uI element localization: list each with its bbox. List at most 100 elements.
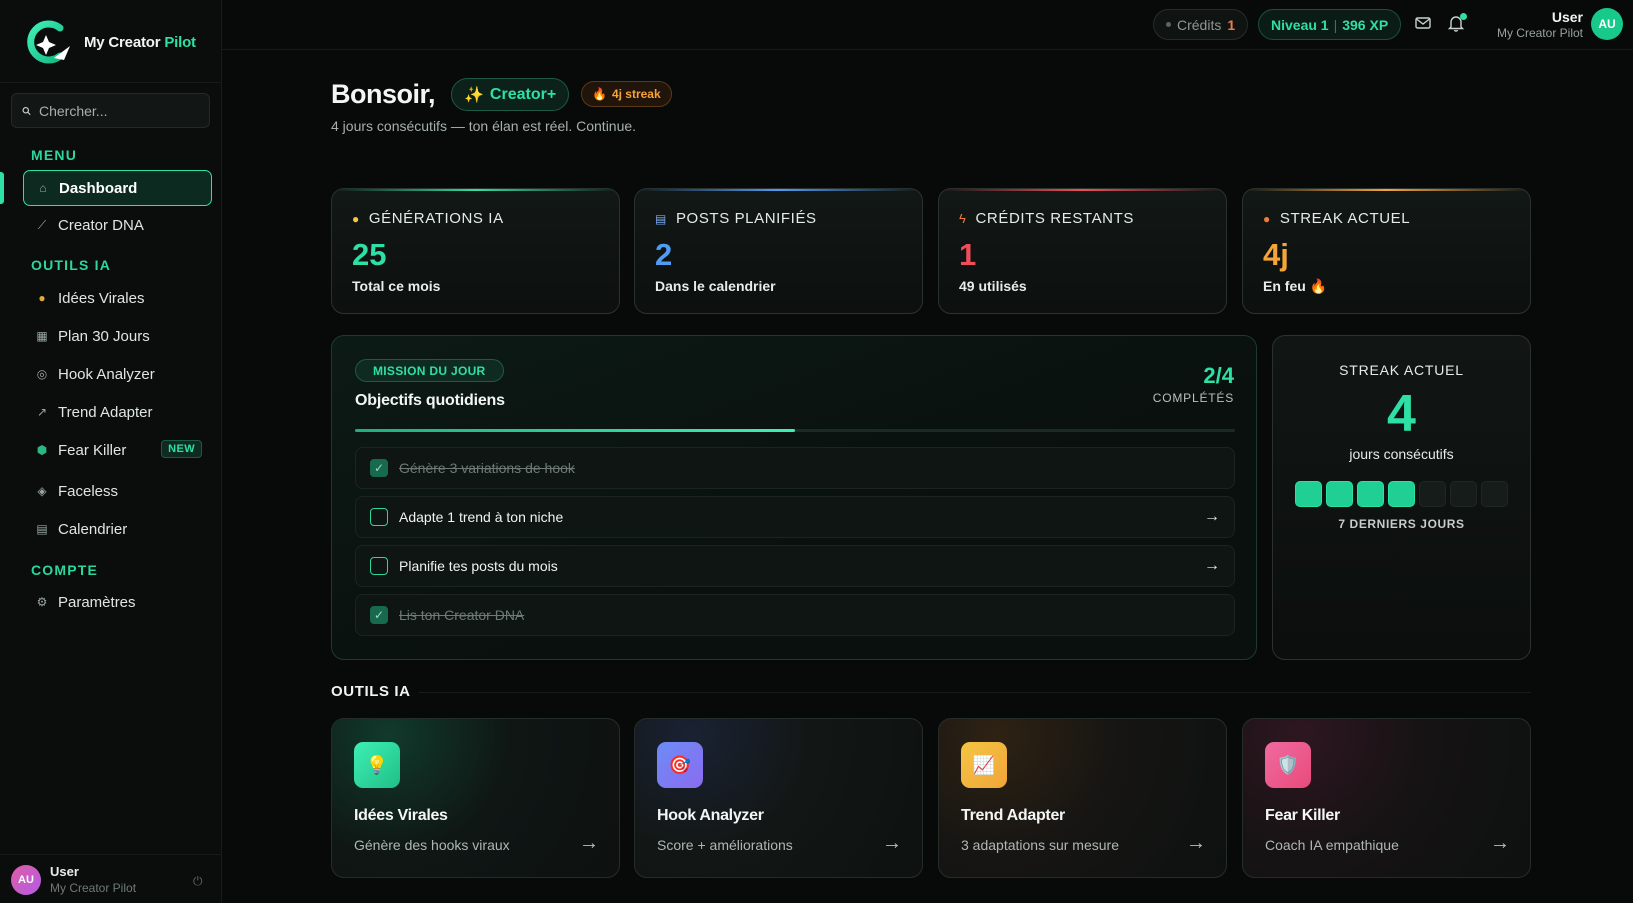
topbar-user[interactable]: User My Creator Pilot <box>1497 9 1583 40</box>
card-glow <box>635 189 922 191</box>
sidebar-item-label: Plan 30 Jours <box>58 327 150 345</box>
sidebar-item-calendrier[interactable]: ▤ Calendrier <box>23 511 212 547</box>
avatar[interactable]: AU <box>1591 8 1623 40</box>
stat-desc: 49 utilisés <box>959 278 1027 294</box>
streak-day <box>1295 481 1322 507</box>
sidebar-item-plan-30-jours[interactable]: ▦ Plan 30 Jours <box>23 318 212 354</box>
calendar-icon: ▤ <box>655 211 667 226</box>
sidebar: My Creator Pilot MENU ⌂ Dashboard ⟋ Crea… <box>0 0 222 903</box>
arrow-right-icon[interactable]: → <box>1204 508 1220 526</box>
xp-value: 396 XP <box>1342 16 1389 33</box>
stat-value: 2 <box>655 237 673 272</box>
sidebar-item-dashboard[interactable]: ⌂ Dashboard <box>23 170 212 206</box>
power-icon[interactable]: ⏻ <box>193 874 203 889</box>
arrow-right-icon: → <box>1490 832 1510 854</box>
arrow-right-icon[interactable]: → <box>1204 557 1220 575</box>
level-pill[interactable]: Niveau 1 | 396 XP <box>1258 9 1402 40</box>
tool-name: Fear Killer <box>1265 807 1340 824</box>
sidebar-item-label: Hook Analyzer <box>58 365 155 383</box>
menu-section-label: MENU <box>31 147 78 163</box>
checkbox[interactable] <box>370 557 388 575</box>
credits-label: Crédits <box>1177 16 1222 33</box>
task-item[interactable]: ✓ Génère 3 variations de hook <box>355 447 1235 489</box>
checkbox-checked[interactable]: ✓ <box>370 459 388 477</box>
card-glow <box>939 189 1226 191</box>
streak-title: STREAK ACTUEL <box>1339 362 1464 378</box>
logo[interactable]: My Creator Pilot <box>22 18 196 66</box>
lightbulb-icon: ● <box>38 291 46 305</box>
stat-label: ▤ POSTS PLANIFIÉS <box>655 210 817 227</box>
sidebar-bottom-divider <box>0 854 222 855</box>
tools-divider <box>419 692 1531 693</box>
sidebar-item-label: Dashboard <box>59 179 138 197</box>
search-box[interactable] <box>11 93 210 128</box>
streak-day <box>1388 481 1415 507</box>
topbar-user-sub: My Creator Pilot <box>1496 26 1583 40</box>
shield-icon: ⬢ <box>36 443 48 457</box>
plan-badge-label: Creator+ <box>489 85 557 103</box>
stat-value: 4j <box>1263 237 1289 272</box>
sidebar-item-hook-analyzer[interactable]: ◎ Hook Analyzer <box>23 356 212 392</box>
stat-desc: En feu 🔥 <box>1263 278 1328 294</box>
logo-icon <box>27 20 70 64</box>
streak-value: 4 <box>1387 385 1416 443</box>
tool-card-trend-adapter[interactable]: 📈 Trend Adapter 3 adaptations sur mesure… <box>938 718 1227 878</box>
stat-desc: Dans le calendrier <box>655 278 776 294</box>
task-item[interactable]: Adapte 1 trend à ton niche → <box>355 496 1235 538</box>
credits-pill[interactable]: Crédits 1 <box>1153 9 1249 40</box>
page-subtitle: 4 jours consécutifs — ton élan est réel.… <box>331 118 637 134</box>
account-section-label: COMPTE <box>31 562 99 578</box>
search-input[interactable] <box>39 102 199 119</box>
app-root: My Creator Pilot MENU ⌂ Dashboard ⟋ Crea… <box>0 0 1633 903</box>
streak-footer: 7 DERNIERS JOURS <box>1338 517 1465 531</box>
sidebar-item-trend-adapter[interactable]: ↗ Trend Adapter <box>23 394 212 430</box>
tool-card-hook-analyzer[interactable]: 🎯 Hook Analyzer Score + améliorations → <box>634 718 923 878</box>
mission-progress <box>355 429 1235 432</box>
page-title: Bonsoir, <box>331 79 436 109</box>
dna-icon: ⟋ <box>37 217 47 232</box>
lightbulb-icon: 💡 <box>354 742 400 788</box>
mission-tag: MISSION DU JOUR <box>355 359 504 382</box>
streak-day <box>1419 481 1446 507</box>
sidebar-item-parametres[interactable]: ⚙ Paramètres <box>23 584 212 620</box>
sidebar-item-label: Calendrier <box>58 520 128 538</box>
sidebar-item-label: Idées Virales <box>58 289 145 307</box>
sidebar-item-faceless[interactable]: ◈ Faceless <box>23 473 212 509</box>
streak-label: jours consécutifs <box>1349 446 1454 462</box>
mask-icon: ◈ <box>37 484 47 498</box>
tool-card-fear-killer[interactable]: 🛡️ Fear Killer Coach IA empathique → <box>1242 718 1531 878</box>
sidebar-item-label: Creator DNA <box>58 216 144 234</box>
checkbox[interactable] <box>370 508 388 526</box>
arrow-right-icon: → <box>1186 832 1206 854</box>
arrow-right-icon: → <box>579 832 599 854</box>
stat-card-generations: ● GÉNÉRATIONS IA 25 Total ce mois <box>331 188 620 314</box>
task-text: Planifie tes posts du mois <box>399 558 558 574</box>
flame-icon: 🔥 <box>1309 278 1328 294</box>
sidebar-user[interactable]: AU User My Creator Pilot <box>11 864 136 895</box>
streak-badge-label: 4j streak <box>611 87 661 101</box>
task-item[interactable]: Planifie tes posts du mois → <box>355 545 1235 587</box>
flame-icon: ● <box>1263 211 1271 226</box>
tool-desc: Coach IA empathique <box>1265 837 1399 853</box>
streak-day <box>1450 481 1477 507</box>
mission-count: 2/4 <box>1203 363 1234 388</box>
checkbox-checked[interactable]: ✓ <box>370 606 388 624</box>
sidebar-item-creator-dna[interactable]: ⟋ Creator DNA <box>23 207 212 243</box>
sidebar-item-label: Trend Adapter <box>58 403 153 421</box>
target-icon: ◎ <box>36 367 48 381</box>
task-item[interactable]: ✓ Lis ton Creator DNA <box>355 594 1235 636</box>
tool-card-idees-virales[interactable]: 💡 Idées Virales Génère des hooks viraux … <box>331 718 620 878</box>
sidebar-item-fear-killer[interactable]: ⬢ Fear Killer NEW <box>23 432 212 468</box>
mail-icon[interactable] <box>1414 14 1432 32</box>
target-icon: 🎯 <box>657 742 703 788</box>
sidebar-item-label: Fear Killer <box>58 441 127 459</box>
sidebar-item-idees-virales[interactable]: ● Idées Virales <box>23 280 212 316</box>
sidebar-item-label: Paramètres <box>58 593 136 611</box>
sidebar-user-sub: My Creator Pilot <box>50 881 137 895</box>
stat-value: 25 <box>352 237 387 272</box>
stat-card-credits: ϟ CRÉDITS RESTANTS 1 49 utilisés <box>938 188 1227 314</box>
chart-up-icon: 📈 <box>961 742 1007 788</box>
sidebar-user-name: User <box>50 864 79 879</box>
level-label: Niveau 1 <box>1271 16 1329 33</box>
task-text: Génère 3 variations de hook <box>399 460 575 476</box>
